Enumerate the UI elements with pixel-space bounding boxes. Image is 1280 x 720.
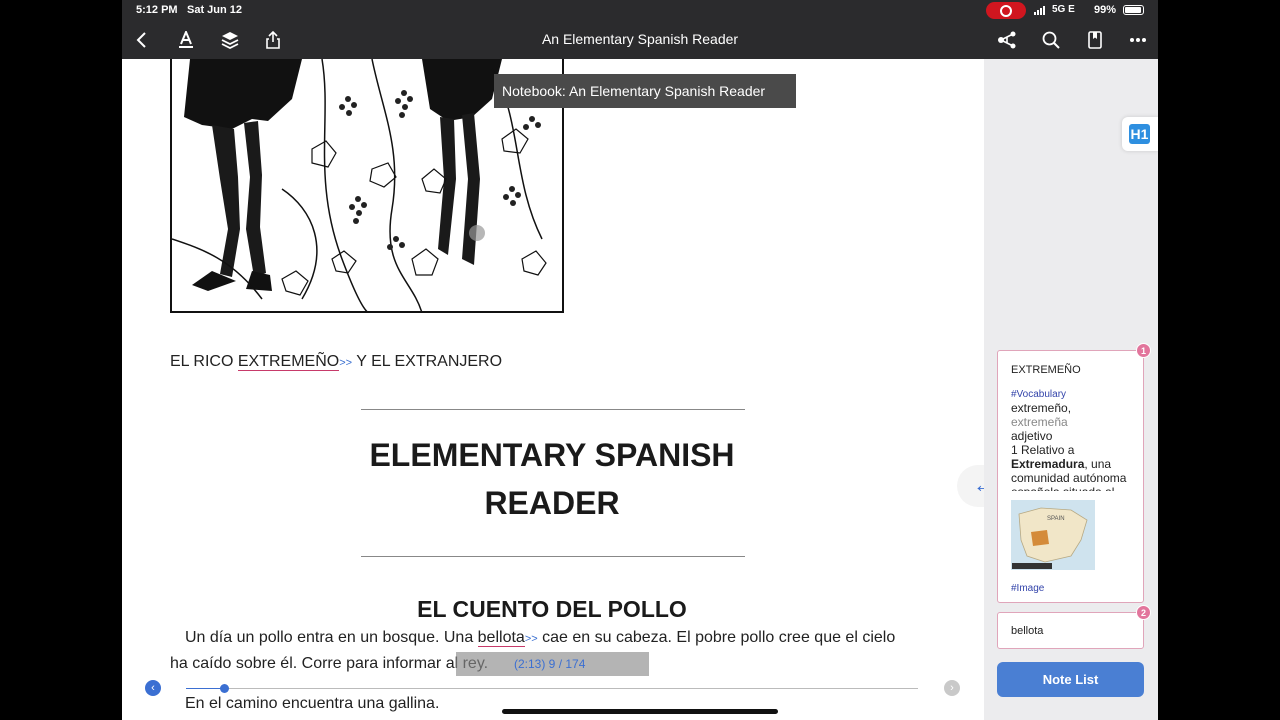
vocab-link-bellota[interactable]: bellota bbox=[477, 629, 525, 647]
paragraph-1-a: Un día un pollo entra en un bosque. Una bbox=[185, 629, 478, 646]
prev-page-button[interactable]: ‹ bbox=[145, 680, 161, 696]
book-title-line1: ELEMENTARY SPANISH bbox=[369, 437, 735, 473]
progress-track[interactable] bbox=[186, 688, 918, 689]
heading-toggle-button[interactable]: H1 bbox=[1122, 117, 1158, 151]
paragraph-1: Un día un pollo entra en un bosque. Una … bbox=[170, 625, 950, 652]
note-word: extremeño bbox=[1011, 401, 1068, 415]
connections-icon[interactable] bbox=[995, 28, 1019, 52]
page-info: (2:13) 9 / 174 bbox=[514, 657, 586, 671]
book-title-line2: READER bbox=[484, 485, 620, 521]
paragraph-2-a: ha caído sobre él. Corre para informar bbox=[170, 655, 446, 672]
paragraph-1-b: cae en su cabeza. El pobre pollo cree qu… bbox=[537, 629, 896, 646]
note-badge-2: 2 bbox=[1136, 605, 1151, 620]
search-icon[interactable] bbox=[1039, 28, 1063, 52]
link-marker[interactable]: >> bbox=[339, 357, 352, 369]
divider-top bbox=[361, 409, 745, 410]
note-map-image[interactable]: SPAIN bbox=[1011, 500, 1095, 570]
note-tag-image[interactable]: #Image bbox=[1011, 583, 1044, 594]
note-def-a: 1 Relativo a bbox=[1011, 443, 1075, 457]
h1-icon: H1 bbox=[1129, 124, 1150, 144]
screen-recording-icon bbox=[986, 2, 1026, 19]
signal-icon bbox=[1034, 6, 1048, 15]
note-title: EXTREMEÑO bbox=[1011, 364, 1081, 376]
reading-pane[interactable]: Notebook: An Elementary Spanish Reader E… bbox=[122, 59, 982, 720]
note-card-1[interactable]: 1 EXTREMEÑO #Vocabulary extremeño, extre… bbox=[997, 343, 1151, 603]
status-time: 5:12 PM bbox=[136, 4, 178, 16]
chapter-heading: EL RICO EXTREMEÑO>> Y EL EXTRANJERO bbox=[170, 353, 502, 371]
more-icon[interactable] bbox=[1126, 28, 1150, 52]
note-badge-1: 1 bbox=[1136, 343, 1151, 358]
notebook-panel: H1 1 EXTREMEÑO #Vocabulary extremeño, ex… bbox=[984, 59, 1158, 720]
link-marker[interactable]: >> bbox=[525, 633, 538, 645]
note-2-text: bellota bbox=[1011, 625, 1044, 637]
home-indicator[interactable] bbox=[502, 709, 778, 714]
page-info-overlay: (2:13) 9 / 174 bbox=[456, 652, 649, 676]
note-tag-vocabulary[interactable]: #Vocabulary bbox=[1011, 389, 1066, 400]
chapter-heading-pre: EL RICO bbox=[170, 353, 238, 370]
progress-fill bbox=[186, 688, 224, 689]
top-bar: 5:12 PM Sat Jun 12 5G E 99% An Elementar… bbox=[122, 0, 1158, 59]
note-pos: adjetivo bbox=[1011, 429, 1053, 443]
note-body: extremeño, extremeña adjetivo 1 Relativo… bbox=[1011, 401, 1139, 491]
battery-icon bbox=[1123, 5, 1144, 15]
chapter-heading-post: Y EL EXTRANJERO bbox=[352, 353, 503, 370]
note-list-button[interactable]: Note List bbox=[997, 662, 1144, 697]
vocab-link-extremeno[interactable]: EXTREMEÑO bbox=[237, 353, 340, 371]
book-title: ELEMENTARY SPANISH READER bbox=[262, 431, 842, 527]
notebook-tooltip: Notebook: An Elementary Spanish Reader bbox=[494, 74, 796, 108]
status-bar: 5:12 PM Sat Jun 12 5G E 99% bbox=[122, 0, 1158, 20]
map-label: SPAIN bbox=[1047, 516, 1065, 522]
bookmark-icon[interactable] bbox=[1083, 28, 1107, 52]
toolbar: An Elementary Spanish Reader bbox=[122, 20, 1158, 59]
app-window: 5:12 PM Sat Jun 12 5G E 99% An Elementar… bbox=[122, 0, 1158, 720]
battery-percent: 99% bbox=[1094, 4, 1117, 16]
divider-bottom bbox=[361, 556, 745, 557]
network-type: 5G E bbox=[1052, 4, 1075, 15]
note-word-alt: extremeña bbox=[1011, 415, 1068, 429]
note-card-2[interactable]: 2 bellota bbox=[997, 605, 1151, 649]
story-title: EL CUENTO DEL POLLO bbox=[417, 596, 687, 622]
status-date: Sat Jun 12 bbox=[187, 4, 243, 16]
note-def-bold: Extremadura bbox=[1011, 457, 1085, 471]
